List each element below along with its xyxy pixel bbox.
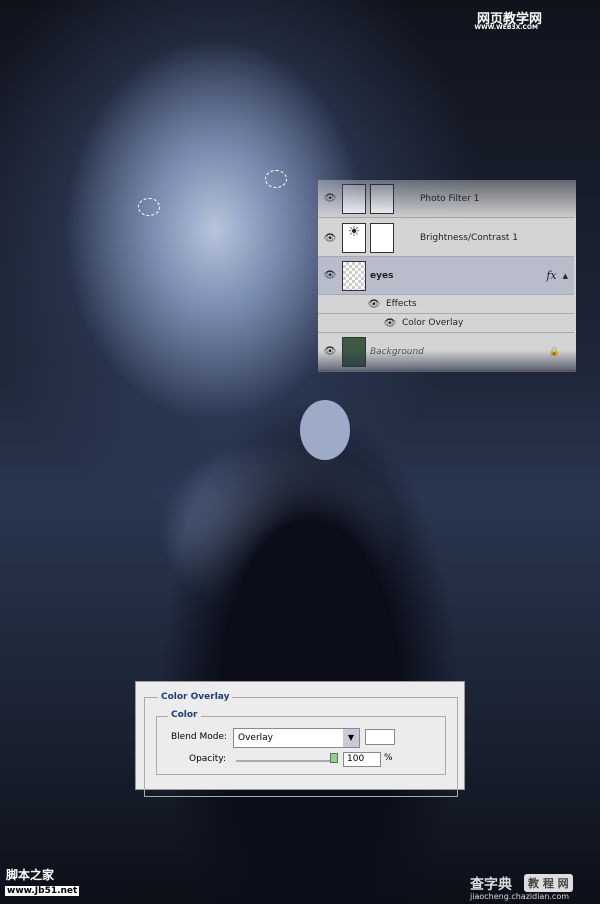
lock-icon: 🔒 bbox=[548, 346, 560, 357]
watermark-bottom-right: 查字典 bbox=[470, 877, 512, 893]
blend-mode-label: Blend Mode: bbox=[171, 732, 228, 742]
eye-selection-left bbox=[138, 198, 160, 216]
color-overlay-dialog: Color Overlay Color Blend Mode: Overlay … bbox=[135, 681, 465, 797]
layer-brightness-contrast[interactable]: 👁 ☀ Brightness/Contrast 1 bbox=[318, 220, 574, 257]
eye-icon[interactable]: 👁 bbox=[318, 193, 342, 204]
eye-selection-right bbox=[265, 170, 287, 188]
blend-mode-value: Overlay bbox=[238, 733, 273, 743]
layer-photo-filter[interactable]: 👁 Photo Filter 1 bbox=[318, 180, 574, 218]
eye-icon[interactable]: 👁 bbox=[318, 270, 342, 281]
watermark-top-url: WWW.WEB3X.COM bbox=[474, 24, 539, 31]
layer-name: eyes bbox=[370, 270, 394, 281]
effects-label: Effects bbox=[386, 299, 417, 309]
watermark-bottom-left: 脚本之家 bbox=[6, 868, 55, 882]
layer-eyes[interactable]: 👁 eyes fx ▲ bbox=[318, 257, 574, 295]
witch-face bbox=[300, 400, 350, 460]
eye-icon[interactable]: 👁 bbox=[318, 346, 342, 357]
background-thumb bbox=[342, 336, 366, 367]
watermark-bottom-right-url: jiaocheng.chazidian.com bbox=[470, 892, 570, 901]
fx-icon[interactable]: fx bbox=[546, 269, 556, 282]
opacity-slider-handle[interactable] bbox=[330, 753, 338, 763]
watermark-bottom-left-url: www.Jb51.net bbox=[5, 886, 80, 896]
layers-panel: 👁 Photo Filter 1 👁 ☀ Brightness/Contrast… bbox=[318, 180, 576, 372]
effect-label: Color Overlay bbox=[402, 318, 464, 328]
color-overlay-row[interactable]: 👁 Color Overlay bbox=[318, 314, 574, 333]
opacity-unit: % bbox=[384, 753, 393, 763]
eye-icon[interactable]: 👁 bbox=[378, 318, 402, 329]
color-group-label: Color bbox=[168, 710, 201, 720]
watermark-bottom-right-2: 教 程 网 bbox=[524, 874, 573, 892]
layer-background[interactable]: 👁 Background 🔒 bbox=[318, 333, 574, 371]
dialog-title: Color Overlay bbox=[158, 692, 233, 702]
opacity-value: 100 bbox=[347, 754, 365, 764]
overlay-color-swatch[interactable] bbox=[365, 729, 395, 745]
chevron-down-icon[interactable]: ▼ bbox=[343, 729, 359, 747]
opacity-label: Opacity: bbox=[189, 754, 226, 764]
opacity-input[interactable]: 100 bbox=[343, 752, 381, 767]
layer-mask-thumb bbox=[370, 223, 394, 253]
layer-name: Brightness/Contrast 1 bbox=[420, 233, 519, 243]
layer-name: Photo Filter 1 bbox=[420, 193, 480, 204]
layer-name: Background bbox=[370, 346, 424, 357]
collapse-arrow-icon[interactable]: ▲ bbox=[563, 272, 568, 280]
witch-figure bbox=[150, 380, 470, 904]
layer-mask-thumb bbox=[370, 183, 394, 214]
eye-icon[interactable]: 👁 bbox=[362, 299, 386, 310]
opacity-slider[interactable] bbox=[236, 760, 334, 762]
transparent-thumb bbox=[342, 260, 366, 291]
brightness-icon: ☀ bbox=[342, 223, 366, 253]
effects-row[interactable]: 👁 Effects bbox=[318, 295, 574, 314]
blend-mode-select[interactable]: Overlay ▼ bbox=[233, 728, 360, 748]
photo-filter-icon bbox=[342, 183, 366, 214]
eye-icon[interactable]: 👁 bbox=[318, 233, 342, 244]
